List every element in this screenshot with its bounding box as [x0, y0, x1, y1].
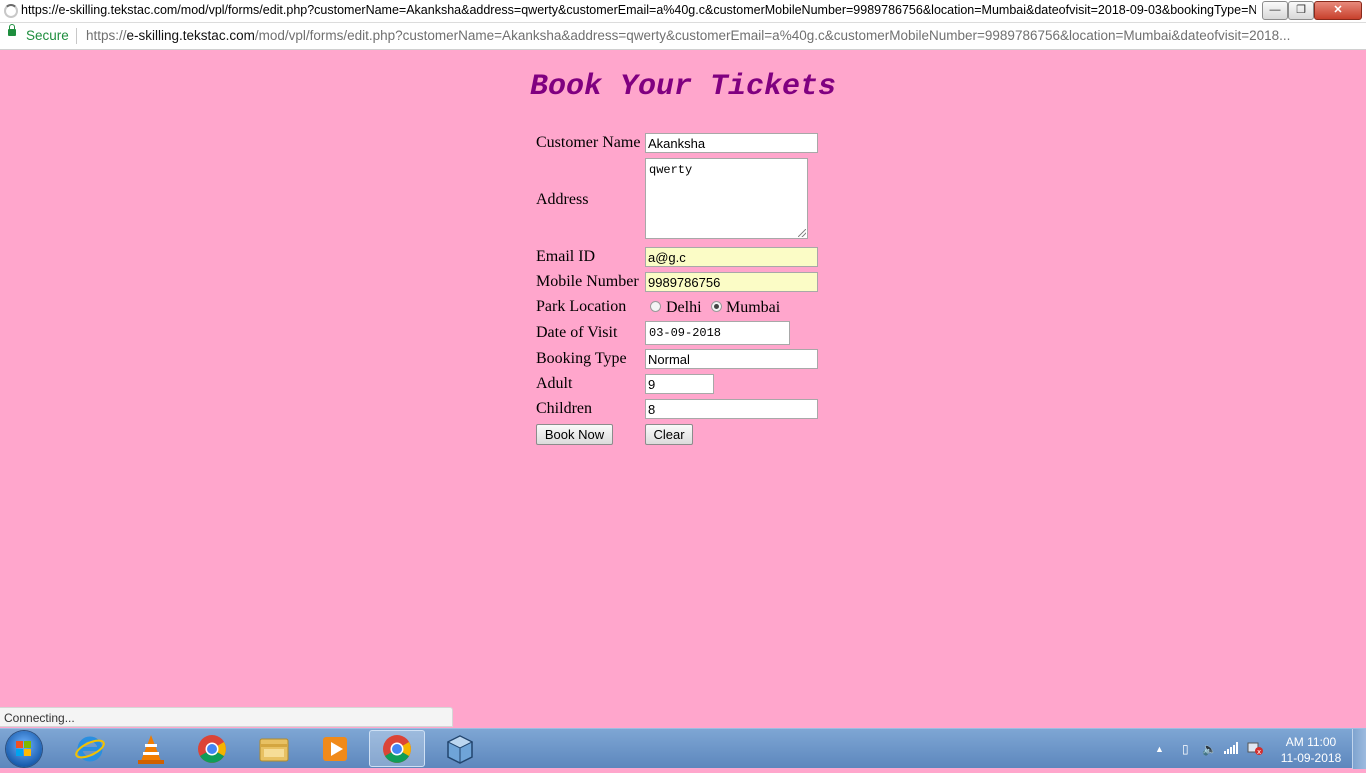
adult-label: Adult: [536, 375, 573, 392]
clock-time: AM 11:00: [1285, 735, 1337, 749]
booking-type-label: Booking Type: [536, 350, 627, 367]
customer-name-label: Customer Name: [536, 134, 641, 151]
start-button[interactable]: [6, 731, 42, 767]
adult-input[interactable]: 9: [645, 374, 714, 394]
windows-flag-icon: [16, 741, 32, 757]
network-error-icon[interactable]: x: [1247, 741, 1263, 755]
children-input[interactable]: 8: [645, 399, 818, 419]
email-input[interactable]: a@g.c: [645, 247, 818, 267]
media-player-icon: [323, 737, 347, 761]
page-title: Book Your Tickets: [529, 70, 837, 104]
booking-type-input[interactable]: Normal: [645, 349, 818, 369]
url-scheme: https://: [86, 28, 127, 43]
mobile-label: Mobile Number: [536, 273, 639, 290]
svg-text:x: x: [1257, 748, 1261, 755]
park-location-label: Park Location: [536, 298, 627, 315]
address-bar[interactable]: Secure https://e-skilling.tekstac.com/mo…: [0, 23, 1366, 50]
clock-date: 11-09-2018: [1280, 751, 1342, 765]
clear-button[interactable]: Clear: [645, 424, 693, 445]
radio-mumbai-label: Mumbai: [726, 299, 781, 316]
battery-icon[interactable]: ▯: [1182, 742, 1189, 756]
book-now-button[interactable]: Book Now: [536, 424, 613, 445]
maximize-button[interactable]: ❐: [1288, 1, 1314, 20]
mobile-input[interactable]: 9989786756: [645, 272, 818, 292]
secure-label: Secure: [26, 28, 69, 43]
loading-spinner-icon: [4, 4, 18, 18]
internet-explorer-icon: [75, 736, 105, 762]
address-label: Address: [536, 191, 589, 208]
date-of-visit-label: Date of Visit: [536, 324, 618, 341]
email-label: Email ID: [536, 248, 596, 265]
file-explorer-icon: [259, 738, 289, 762]
taskbar-internet-explorer[interactable]: [62, 730, 118, 767]
show-hidden-icons-icon[interactable]: ▲: [1155, 744, 1164, 754]
window-title: https://e-skilling.tekstac.com/mod/vpl/f…: [21, 3, 1256, 17]
chrome-icon: [198, 735, 226, 763]
show-desktop-button[interactable]: [1352, 729, 1366, 769]
lock-icon: [8, 24, 16, 36]
radio-delhi[interactable]: [650, 301, 661, 312]
clock[interactable]: AM 11:00 11-09-2018: [1276, 734, 1346, 766]
customer-name-input[interactable]: Akanksha: [645, 133, 818, 153]
chrome-icon: [383, 735, 411, 763]
url-host: e-skilling.tekstac.com: [126, 28, 255, 43]
date-of-visit-input[interactable]: 03-09-2018: [645, 321, 790, 345]
address-textarea[interactable]: qwerty: [645, 158, 808, 239]
close-button[interactable]: ✕: [1314, 1, 1362, 20]
vlc-icon: [138, 735, 164, 764]
taskbar-chrome-active[interactable]: [369, 730, 425, 767]
taskbar-vlc[interactable]: [123, 730, 179, 767]
taskbar-virtualbox[interactable]: [432, 730, 488, 767]
children-label: Children: [536, 400, 592, 417]
window-title-bar: https://e-skilling.tekstac.com/mod/vpl/f…: [0, 0, 1366, 23]
volume-icon[interactable]: 🔈: [1202, 742, 1217, 756]
virtualbox-icon: [446, 735, 474, 764]
minimize-button[interactable]: —: [1262, 1, 1288, 20]
url-path: /mod/vpl/forms/edit.php?customerName=Aka…: [254, 28, 1291, 43]
taskbar-media-player[interactable]: [307, 730, 363, 767]
address-value: qwerty: [649, 163, 693, 177]
taskbar-file-explorer[interactable]: [246, 730, 302, 767]
radio-mumbai[interactable]: [711, 301, 722, 312]
resize-grip-icon[interactable]: [798, 229, 806, 237]
radio-delhi-label: Delhi: [666, 299, 702, 316]
address-separator: [76, 28, 77, 44]
signal-icon[interactable]: [1224, 742, 1238, 754]
taskbar: ▲ ▯ 🔈 x AM 11:00 11-09-2018: [0, 728, 1366, 769]
taskbar-chrome[interactable]: [184, 730, 240, 767]
status-bubble: Connecting...: [0, 707, 453, 727]
url-text[interactable]: https://e-skilling.tekstac.com/mod/vpl/f…: [86, 28, 1356, 43]
